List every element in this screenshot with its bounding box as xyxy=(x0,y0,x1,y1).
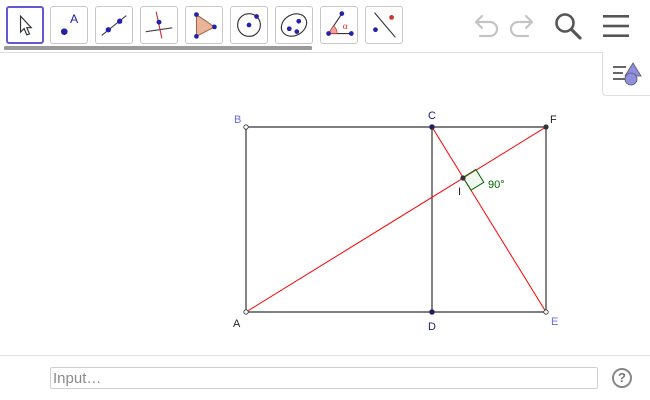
point-D[interactable] xyxy=(429,309,435,315)
tool-conic[interactable] xyxy=(275,6,313,44)
point-B[interactable] xyxy=(243,124,249,130)
point-C[interactable] xyxy=(429,124,435,130)
redo-button[interactable] xyxy=(506,10,538,42)
tool-line[interactable] xyxy=(95,6,133,44)
point-tool-glyph: A xyxy=(70,12,79,26)
label-E: E xyxy=(551,316,558,328)
search-button[interactable] xyxy=(552,10,584,42)
reflect-about-line-icon xyxy=(373,12,396,38)
circle-center-point-icon xyxy=(237,13,261,37)
tool-angle[interactable]: α xyxy=(320,6,358,44)
tool-perpendicular-line[interactable] xyxy=(140,6,178,44)
tool-move[interactable] xyxy=(6,6,44,44)
redo-icon xyxy=(509,14,534,38)
main-menu-button[interactable] xyxy=(600,10,632,42)
label-F: F xyxy=(550,114,557,126)
undo-button[interactable] xyxy=(470,10,502,42)
angle-tool-glyph: α xyxy=(343,22,348,32)
point-F[interactable] xyxy=(543,124,549,130)
label-D: D xyxy=(428,321,436,333)
angle-icon: α xyxy=(326,11,354,36)
search-icon xyxy=(555,13,582,40)
ellipse-icon xyxy=(280,13,308,37)
segment-CE[interactable] xyxy=(431,126,547,313)
graphics-view[interactable]: 90° A B C D E F I xyxy=(0,53,650,355)
label-A: A xyxy=(233,318,241,330)
segment-AF[interactable] xyxy=(245,126,547,313)
polygon-icon xyxy=(194,12,217,39)
point-I[interactable] xyxy=(460,175,466,181)
right-angle-marker[interactable] xyxy=(462,168,485,191)
line-through-two-points-icon xyxy=(101,15,127,36)
cursor-arrow-icon xyxy=(19,14,33,36)
point-E[interactable] xyxy=(543,309,549,315)
tool-polygon[interactable] xyxy=(185,6,223,44)
input-bar: ? xyxy=(0,355,650,400)
tool-reflect[interactable] xyxy=(365,6,403,44)
angle-value-label: 90° xyxy=(488,179,505,191)
label-C: C xyxy=(428,110,436,122)
hamburger-menu-icon xyxy=(603,15,629,37)
toolbar: A α xyxy=(0,0,650,53)
perpendicular-line-icon xyxy=(145,11,173,39)
geometry-construction: 90° A B C D E F I xyxy=(233,110,558,333)
tool-circle[interactable] xyxy=(230,6,268,44)
help-icon[interactable]: ? xyxy=(612,368,632,388)
undo-icon xyxy=(474,14,499,38)
point-A[interactable] xyxy=(243,309,249,315)
toolbar-scrollbar[interactable] xyxy=(4,46,312,50)
tool-point[interactable]: A xyxy=(50,6,88,44)
label-I: I xyxy=(458,186,461,198)
label-B: B xyxy=(234,114,241,126)
algebra-input-field[interactable] xyxy=(50,367,598,389)
point-icon: A xyxy=(60,12,79,35)
